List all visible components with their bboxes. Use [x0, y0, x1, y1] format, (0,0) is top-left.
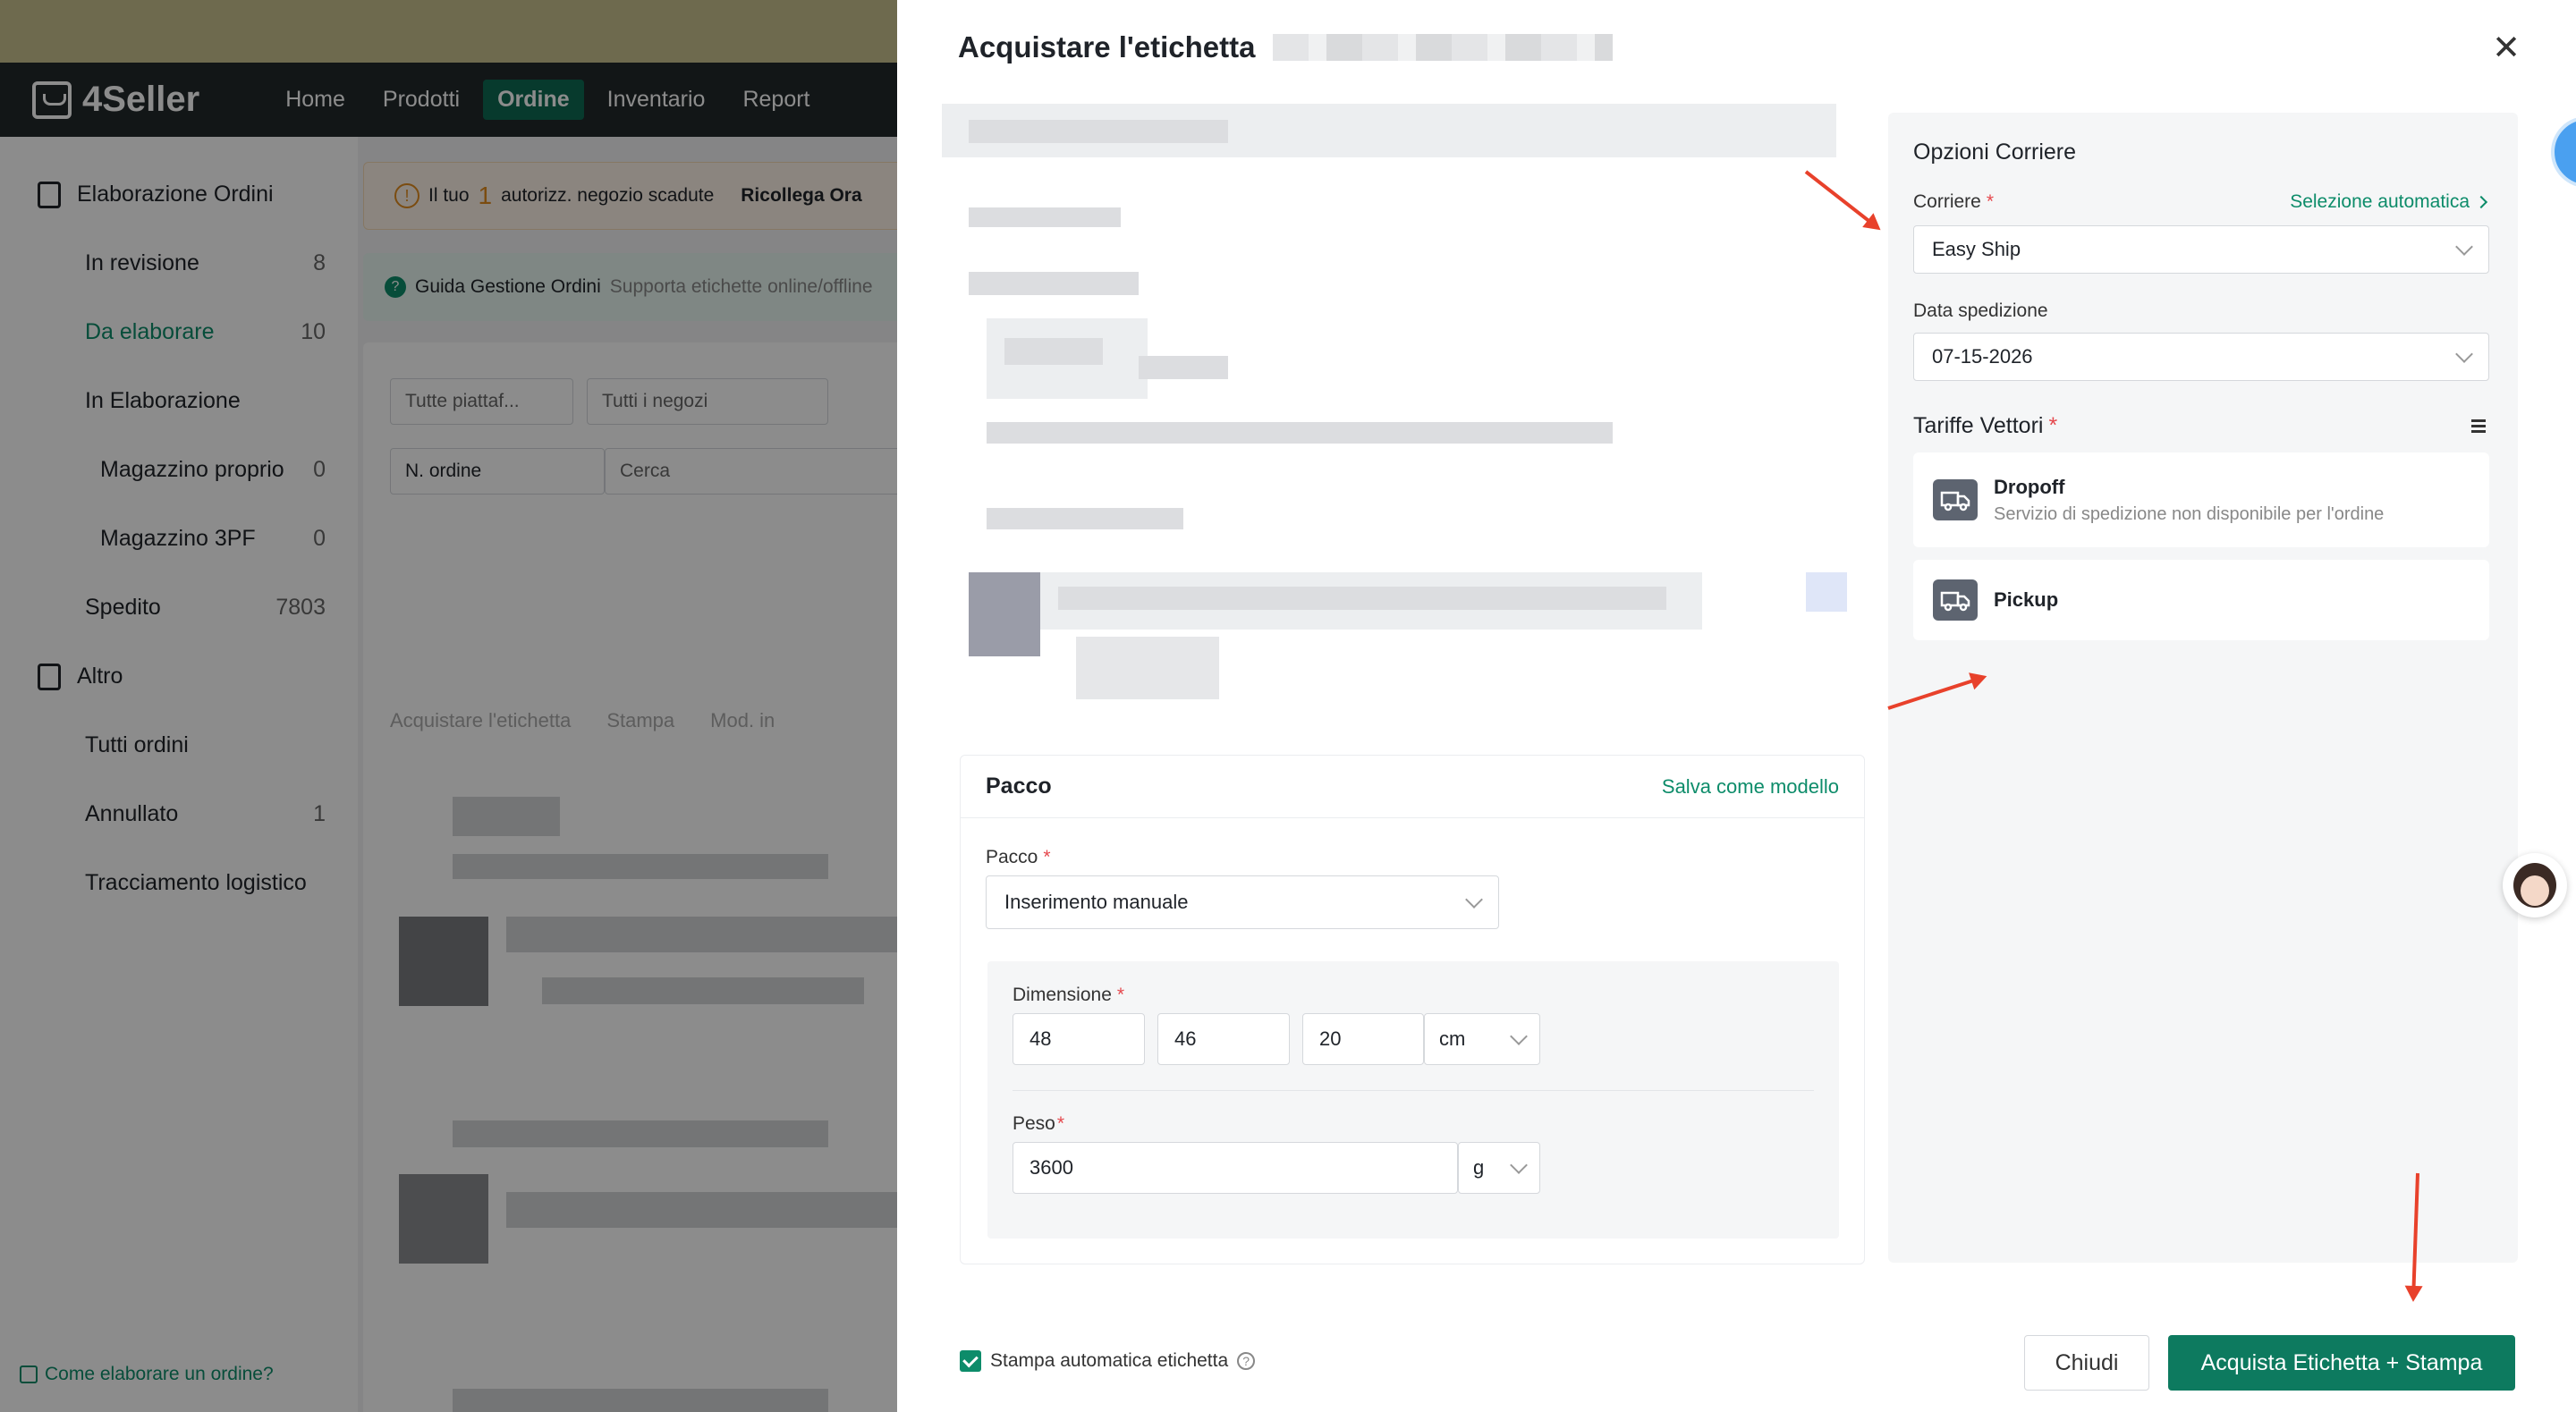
- chevron-right-icon: [2474, 195, 2488, 209]
- dimension-weight-box: Dimensione * 48 46 20 cm Peso* 3600 g: [987, 961, 1839, 1239]
- chevron-down-icon: [1510, 1027, 1528, 1045]
- close-button[interactable]: Chiudi: [2024, 1335, 2149, 1391]
- carrier-options-panel: Opzioni Corriere Corriere * Selezione aut…: [1888, 113, 2518, 1263]
- support-avatar[interactable]: [2503, 853, 2567, 917]
- divider: [1013, 1090, 1814, 1091]
- list-settings-icon[interactable]: [2464, 417, 2486, 436]
- truck-icon: [1933, 579, 1978, 621]
- chevron-down-icon: [2455, 345, 2473, 363]
- carrier-select[interactable]: Easy Ship: [1913, 225, 2489, 274]
- chevron-down-icon: [2455, 238, 2473, 256]
- chevron-down-icon: [1465, 891, 1483, 909]
- package-card-header: Pacco Salva come modello: [961, 756, 1864, 818]
- rate-name: Pickup: [1994, 588, 2059, 611]
- package-type-select[interactable]: Inserimento manuale: [986, 875, 1499, 929]
- order-info-redacted: [942, 104, 1863, 765]
- weight-label: Peso*: [1013, 1113, 1065, 1134]
- modal-overlay[interactable]: [0, 0, 903, 1412]
- carrier-label: Corriere *: [1913, 191, 1995, 212]
- rate-description: Servizio di spedizione non disponibile p…: [1994, 503, 2385, 524]
- buy-and-print-button[interactable]: Acquista Etichetta + Stampa: [2168, 1335, 2515, 1391]
- package-title: Pacco: [986, 774, 1052, 799]
- length-input[interactable]: 48: [1013, 1013, 1145, 1065]
- ship-date-label: Data spedizione: [1913, 300, 2048, 321]
- weight-unit-select[interactable]: g: [1458, 1142, 1540, 1194]
- height-input[interactable]: 20: [1302, 1013, 1424, 1065]
- weight-input[interactable]: 3600: [1013, 1142, 1458, 1194]
- redacted-order-id: [1273, 34, 1614, 61]
- rate-option-pickup[interactable]: Pickup: [1913, 560, 2489, 640]
- close-icon[interactable]: ✕: [2490, 31, 2522, 66]
- chevron-down-icon: [1510, 1156, 1528, 1174]
- package-card: Pacco Salva come modello Pacco * Inserime…: [960, 755, 1865, 1264]
- carrier-rates-label: Tariffe Vettori *: [1913, 413, 2058, 438]
- help-icon[interactable]: ?: [1237, 1352, 1256, 1370]
- package-type-label: Pacco *: [986, 847, 1051, 867]
- auto-select-link[interactable]: Selezione automatica: [2290, 191, 2488, 213]
- buy-label-drawer: Acquistare l'etichetta ✕ Pacco Salva com…: [897, 0, 2576, 1412]
- truck-icon: [1933, 479, 1978, 520]
- width-input[interactable]: 46: [1157, 1013, 1290, 1065]
- drawer-title: Acquistare l'etichetta: [958, 30, 1614, 64]
- rate-name: Dropoff: [1994, 475, 2065, 498]
- dimension-unit-select[interactable]: cm: [1424, 1013, 1540, 1065]
- rate-option-dropoff[interactable]: Dropoff Servizio di spedizione non dispo…: [1913, 452, 2489, 547]
- avatar-icon: [2513, 863, 2556, 908]
- ship-date-picker[interactable]: 07-15-2026: [1913, 333, 2489, 381]
- auto-print-checkbox[interactable]: [960, 1350, 981, 1372]
- dimension-label: Dimensione *: [1013, 985, 1125, 1005]
- auto-print-option[interactable]: Stampa automatica etichetta ?: [960, 1350, 1256, 1372]
- save-template-link[interactable]: Salva come modello: [1662, 775, 1839, 799]
- carrier-options-title: Opzioni Corriere: [1913, 140, 2077, 165]
